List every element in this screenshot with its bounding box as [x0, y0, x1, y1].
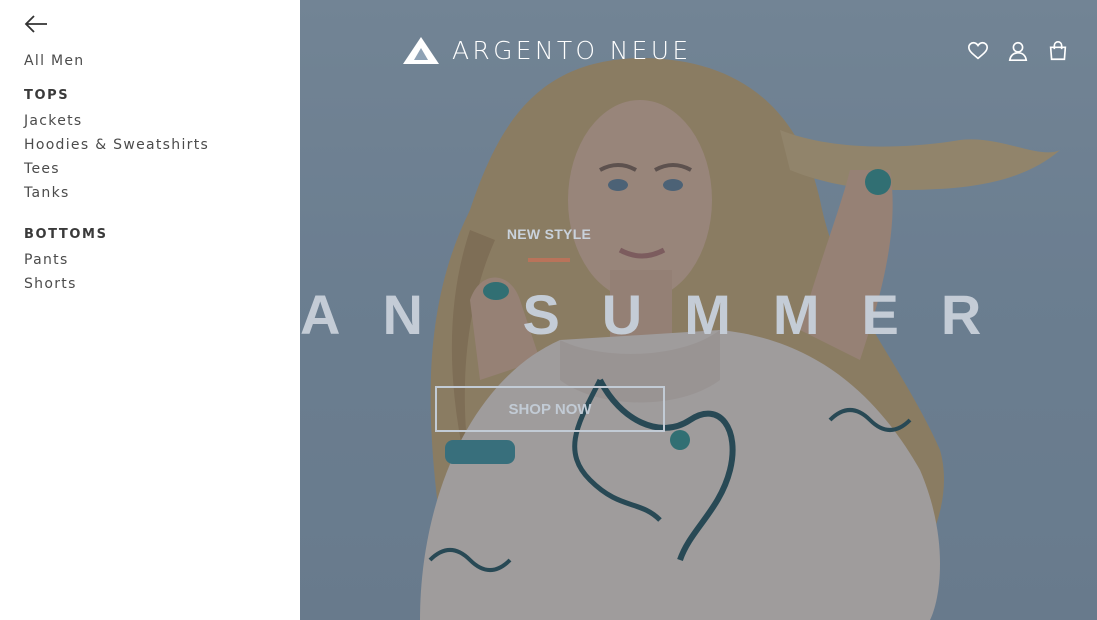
drawer-link-jackets[interactable]: Jackets [24, 113, 83, 129]
drawer-link-hoodies-sweatshirts[interactable]: Hoodies & Sweatshirts [24, 137, 209, 153]
side-drawer: All Men TOPS Jackets Hoodies & Sweatshir… [0, 0, 300, 620]
drawer-link-pants[interactable]: Pants [24, 252, 69, 268]
drawer-heading-bottoms: BOTTOMS [24, 227, 108, 242]
hero-eyebrow: NEW STYLE [506, 226, 592, 242]
hero-headline: AN SUMMER [300, 283, 1024, 346]
brand-logo[interactable]: ARGENTO NEUE [402, 34, 691, 66]
arrow-left-icon[interactable] [24, 14, 48, 34]
shopping-bag-icon[interactable] [1047, 40, 1069, 62]
shop-now-button[interactable]: SHOP NOW [435, 386, 665, 432]
page: ARGENTO NEUE NEW STYLE AN SUMMER SHOP NO… [0, 0, 1097, 620]
drawer-link-all-men[interactable]: All Men [24, 53, 84, 69]
hero-accent-rule [528, 258, 570, 262]
heart-icon[interactable] [967, 40, 989, 62]
drawer-link-shorts[interactable]: Shorts [24, 276, 77, 292]
drawer-link-tees[interactable]: Tees [24, 161, 60, 177]
brand-name: ARGENTO NEUE [452, 35, 692, 65]
triangle-logo-icon [403, 36, 439, 64]
header-icons [967, 40, 1069, 62]
user-icon[interactable] [1007, 40, 1029, 62]
drawer-heading-tops: TOPS [24, 88, 70, 103]
drawer-link-tanks[interactable]: Tanks [24, 185, 70, 201]
